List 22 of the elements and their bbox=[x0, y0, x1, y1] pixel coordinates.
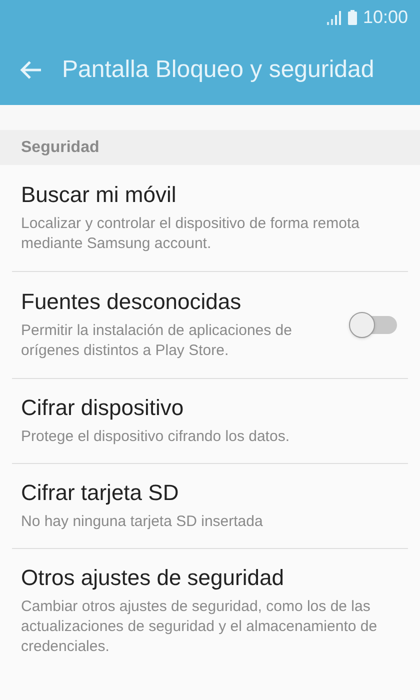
item-title: Buscar mi móvil bbox=[21, 182, 178, 208]
header-title: Pantalla Bloqueo y seguridad bbox=[62, 55, 374, 85]
back-arrow-icon[interactable] bbox=[20, 60, 42, 80]
item-title: Cifrar dispositivo bbox=[21, 395, 185, 421]
settings-item[interactable]: Cifrar tarjeta SD No hay ninguna tarjeta SD insertada bbox=[12, 464, 408, 549]
item-description: Protege el dispositivo cifrando los datos. bbox=[21, 427, 290, 447]
item-title: Cifrar tarjeta SD bbox=[21, 480, 180, 506]
clock-text: 10:00 bbox=[362, 6, 408, 29]
item-title: Otros ajustes de seguridad bbox=[21, 565, 285, 591]
settings-item[interactable]: Otros ajustes de seguridad Cambiar otros ajustes de seguridad, como los de las actualizaciones de seguridad y el almacenamiento de credenciales. bbox=[12, 549, 408, 673]
settings-item[interactable]: Cifrar dispositivo Protege el dispositivo cifrando los datos. bbox=[12, 379, 408, 464]
signal-icon bbox=[326, 10, 342, 24]
item-description: Cambiar otros ajustes de seguridad, como los de las actualizaciones de seguridad y el almacenamiento de credenciales. bbox=[21, 597, 378, 657]
battery-icon bbox=[348, 10, 357, 25]
item-description: No hay ninguna tarjeta SD insertada bbox=[21, 512, 264, 532]
toggle-switch[interactable] bbox=[349, 312, 399, 338]
item-description: Localizar y controlar el dispositivo de forma remota mediante Samsung account. bbox=[21, 214, 360, 254]
settings-item[interactable]: Buscar mi móvil Localizar y controlar el dispositivo de forma remota mediante Samsung account. bbox=[12, 165, 408, 272]
item-title: Fuentes desconocidas bbox=[21, 289, 242, 315]
settings-item[interactable]: Fuentes desconocidas Permitir la instalación de aplicaciones de orígenes distintos a Play Store. bbox=[12, 272, 408, 379]
section-title: Seguridad bbox=[21, 138, 100, 158]
item-description: Permitir la instalación de aplicaciones de orígenes distintos a Play Store. bbox=[21, 321, 293, 361]
